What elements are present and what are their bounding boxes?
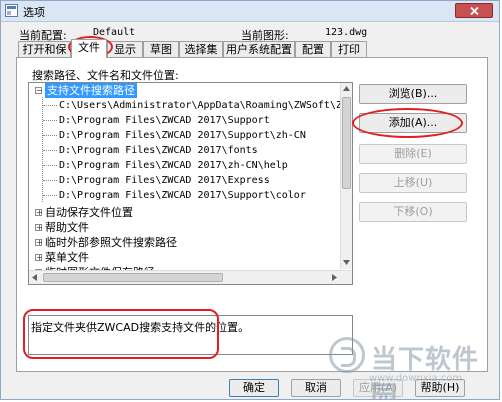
close-icon xyxy=(470,7,479,15)
expand-toggle-icon[interactable]: + xyxy=(35,239,43,247)
remove-button[interactable]: 删除(E) xyxy=(359,144,467,164)
tree-path-item[interactable]: D:\Program Files\ZWCAD 2017\zh-CN\help xyxy=(59,158,288,173)
close-button[interactable] xyxy=(455,3,493,18)
tree-path-item[interactable]: D:\Program Files\ZWCAD 2017\Support\zh-C… xyxy=(59,128,306,143)
tab-drafting[interactable]: 草图 xyxy=(143,41,179,57)
scroll-down-icon[interactable] xyxy=(343,260,350,265)
tree-path-item[interactable]: D:\Program Files\ZWCAD 2017\Support xyxy=(59,113,270,128)
tab-user-preferences[interactable]: 用户系统配置 xyxy=(223,41,295,57)
tree-path-item[interactable]: C:\Users\Administrator\AppData\Roaming\Z… xyxy=(59,98,352,113)
tree-node-label: 菜单文件 xyxy=(45,251,89,264)
scroll-right-icon[interactable] xyxy=(332,274,337,281)
ok-button[interactable]: 确定 xyxy=(229,379,279,397)
title-bar[interactable]: 选项 xyxy=(1,1,499,22)
tree-node-label: 临时外部参照文件搜索路径 xyxy=(45,236,177,249)
current-drawing-value: 123.dwg xyxy=(325,27,368,38)
browse-button[interactable]: 浏览(B)... xyxy=(359,84,467,104)
tree-path-item[interactable]: D:\Program Files\ZWCAD 2017\fonts xyxy=(59,143,258,158)
move-up-button[interactable]: 上移(U) xyxy=(359,173,467,193)
collapse-toggle-icon[interactable]: − xyxy=(35,87,43,95)
watermark-logo: 当下软件园 www.downxia.com xyxy=(329,333,497,399)
options-dialog: 选项 当前配置: Default 当前图形: 123.dwg 打开和保存 文件 … xyxy=(0,0,500,400)
tree-node-label: 帮助文件 xyxy=(45,221,89,234)
annotation-add-circle xyxy=(352,108,463,138)
horizontal-scroll-thumb[interactable] xyxy=(43,273,223,282)
window-title: 选项 xyxy=(23,6,45,19)
app-icon xyxy=(5,4,18,17)
vertical-scroll-thumb[interactable] xyxy=(342,97,351,189)
tab-profiles[interactable]: 配置 xyxy=(295,41,331,57)
annotation-description-circle xyxy=(23,309,219,359)
move-down-button[interactable]: 下移(O) xyxy=(359,202,467,222)
watermark-brand: 当下软件园 xyxy=(371,345,480,400)
watermark-url: www.downxia.com xyxy=(369,373,463,384)
scroll-left-icon[interactable] xyxy=(32,274,37,281)
expand-toggle-icon[interactable]: + xyxy=(35,209,43,217)
expand-toggle-icon[interactable]: + xyxy=(35,224,43,232)
watermark-icon xyxy=(329,337,365,373)
expand-toggle-icon[interactable]: + xyxy=(35,254,43,262)
tab-selection[interactable]: 选择集 xyxy=(179,41,223,57)
tree-node-label: 自动保存文件位置 xyxy=(45,206,133,219)
scroll-up-icon[interactable] xyxy=(343,86,350,91)
tab-files[interactable]: 文件 xyxy=(71,39,107,58)
tree-node-label: 支持文件搜索路径 xyxy=(45,83,137,98)
vertical-scrollbar[interactable] xyxy=(340,83,352,269)
tree-path-item[interactable]: D:\Program Files\ZWCAD 2017\Express xyxy=(59,173,270,188)
tab-plot[interactable]: 打印 xyxy=(331,41,367,57)
horizontal-scrollbar[interactable] xyxy=(29,270,352,284)
search-path-tree[interactable]: − 支持文件搜索路径 C:\Users\Administrator\AppDat… xyxy=(28,82,353,285)
tab-open-save[interactable]: 打开和保存 xyxy=(18,41,71,71)
tree-caption: 搜索路径、文件名和文件位置: xyxy=(32,69,179,82)
tree-path-item[interactable]: D:\Program Files\ZWCAD 2017\Support\colo… xyxy=(59,188,306,203)
